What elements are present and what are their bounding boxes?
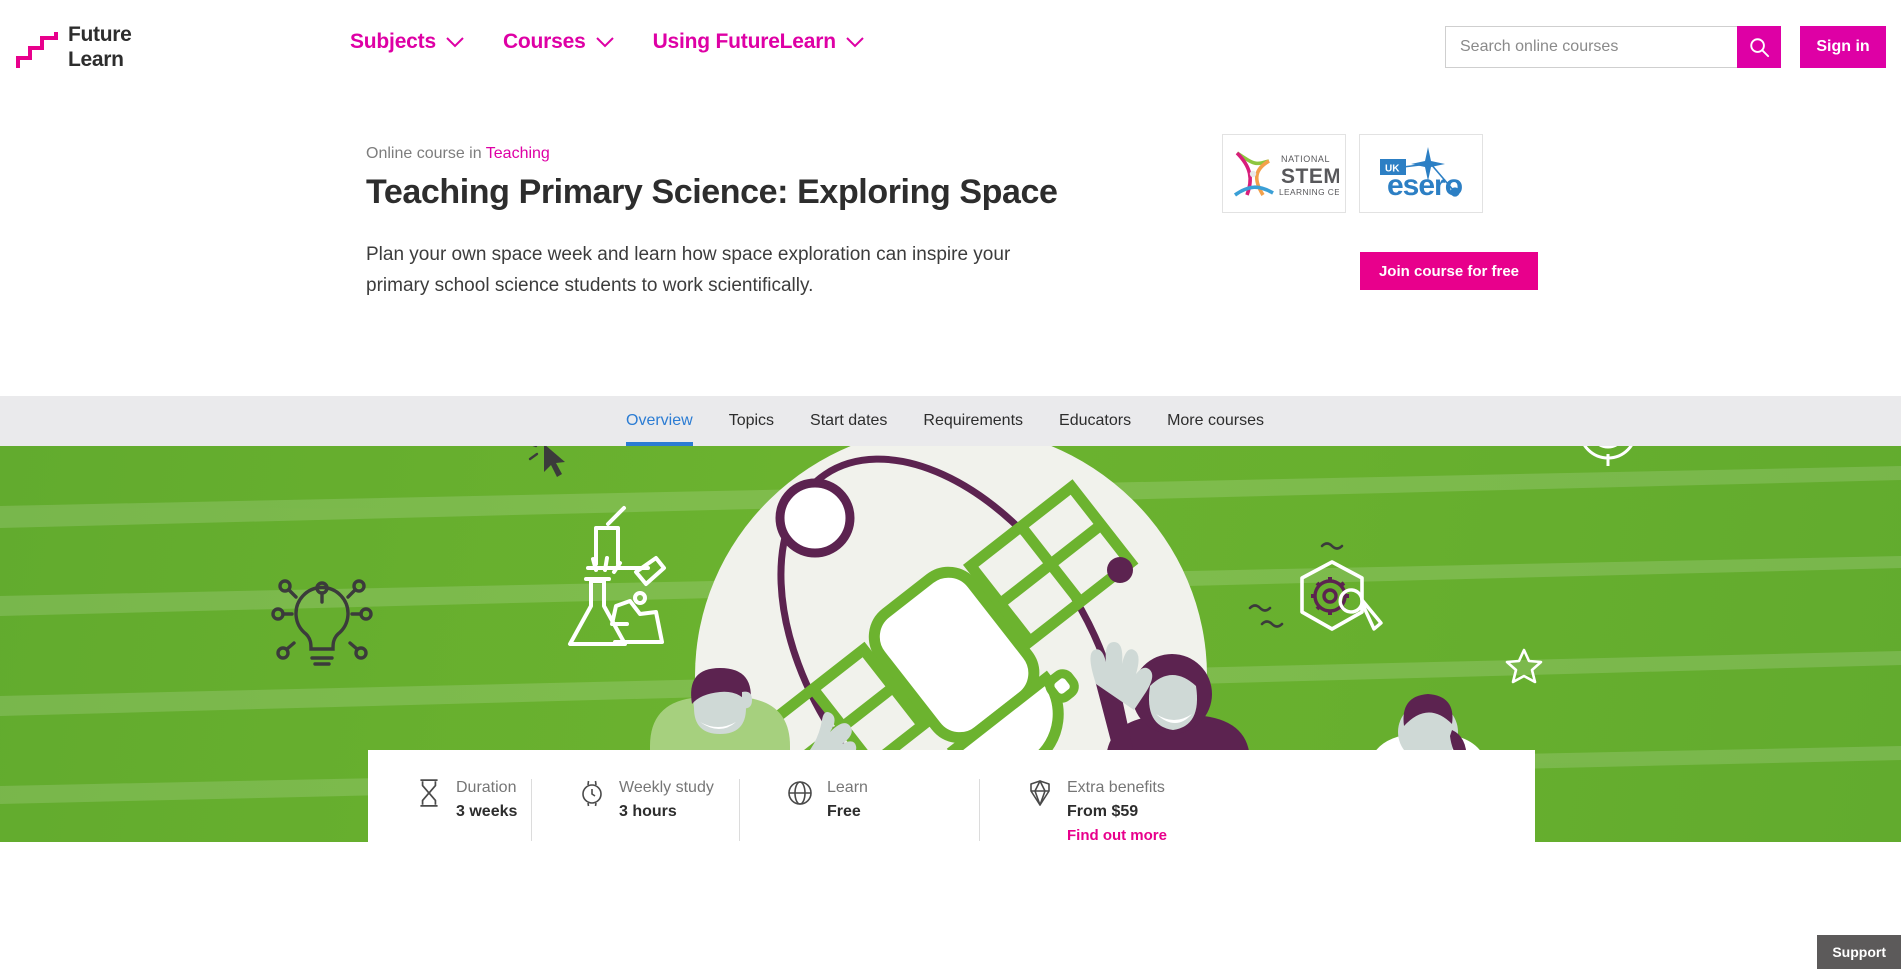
logo-line-2: Learn	[68, 48, 124, 71]
logo-text: Future Learn	[68, 22, 132, 72]
search-area	[1445, 26, 1781, 68]
tab-topics[interactable]: Topics	[729, 396, 774, 446]
stat-label: Learn	[827, 779, 868, 796]
svg-text:esero: esero	[1387, 169, 1463, 202]
search-input[interactable]	[1445, 26, 1737, 68]
category-link-teaching[interactable]: Teaching	[486, 145, 550, 162]
course-category-eyebrow: Online course in Teaching	[366, 145, 550, 163]
tab-more-courses[interactable]: More courses	[1167, 396, 1264, 446]
svg-text:LEARNING CENTRE: LEARNING CENTRE	[1279, 187, 1339, 197]
course-tabs: Overview Topics Start dates Requirements…	[626, 396, 1264, 446]
tab-educators[interactable]: Educators	[1059, 396, 1131, 446]
search-icon	[1749, 37, 1769, 57]
stat-label: Duration	[456, 779, 517, 796]
logo-line-1: Future	[68, 23, 132, 46]
partner-logo-uk-esero[interactable]: UK esero	[1359, 134, 1483, 213]
find-out-more-link[interactable]: Find out more	[1067, 824, 1167, 848]
target-dart-icon	[1583, 446, 1633, 466]
nav-item-using-futurelearn[interactable]: Using FutureLearn	[653, 30, 865, 54]
search-button[interactable]	[1737, 26, 1781, 68]
chevron-down-icon	[846, 37, 864, 48]
course-description: Plan your own space week and learn how s…	[366, 244, 1011, 296]
stat-weekly-study: Weekly study 3 hours	[531, 776, 739, 846]
microscope-icon	[586, 506, 650, 570]
page-title: Teaching Primary Science: Exploring Spac…	[366, 173, 1058, 211]
nav-item-subjects[interactable]: Subjects	[350, 30, 465, 54]
tab-overview[interactable]: Overview	[626, 396, 693, 446]
course-stats-card: Duration 3 weeks Weekly study 3 hours Le…	[368, 750, 1535, 872]
svg-text:NATIONAL: NATIONAL	[1281, 154, 1330, 164]
tab-requirements[interactable]: Requirements	[923, 396, 1023, 446]
futurelearn-logo[interactable]: Future Learn	[16, 22, 166, 77]
partner-logo-national-stem[interactable]: NATIONAL STEM LEARNING CENTRE	[1222, 134, 1346, 213]
svg-text:STEM: STEM	[1281, 165, 1339, 188]
globe-icon	[788, 781, 812, 805]
partner-logos: NATIONAL STEM LEARNING CENTRE UK esero	[1222, 134, 1483, 213]
cursor-click-icon	[528, 446, 565, 477]
gear-wrench-icon	[1248, 542, 1383, 631]
hourglass-icon	[420, 779, 438, 807]
nav-item-label: Subjects	[350, 30, 436, 53]
stat-label: Extra benefits	[1067, 779, 1165, 796]
uk-esero-icon: UK esero	[1380, 146, 1464, 202]
stat-label: Weekly study	[619, 779, 714, 796]
tab-start-dates[interactable]: Start dates	[810, 396, 887, 446]
diamond-icon	[1030, 780, 1050, 806]
nav-item-courses[interactable]: Courses	[503, 30, 615, 54]
stat-value: From $59	[1067, 803, 1139, 820]
course-tab-bar: Overview Topics Start dates Requirements…	[0, 396, 1901, 446]
main-navigation: Subjects Courses Using FutureLearn	[350, 30, 865, 54]
support-button[interactable]: Support	[1817, 935, 1901, 969]
sign-in-button[interactable]: Sign in	[1800, 26, 1886, 68]
stat-extra-benefits: Extra benefits From $59 Find out more	[979, 776, 1219, 846]
stat-duration: Duration 3 weeks	[368, 776, 531, 846]
futurelearn-course-page: Future Learn Subjects Courses Using Futu…	[0, 0, 1901, 969]
chevron-down-icon	[446, 37, 464, 48]
site-header: Future Learn Subjects Courses Using Futu…	[0, 0, 1901, 94]
stat-learn: Learn Free	[739, 776, 979, 846]
stat-value: 3 weeks	[456, 803, 518, 820]
nav-item-label: Courses	[502, 30, 586, 53]
stat-value: Free	[827, 803, 861, 820]
eyebrow-prefix: Online course in	[366, 145, 486, 162]
chevron-down-icon	[595, 37, 614, 48]
course-intro-section: Online course in Teaching Teaching Prima…	[0, 94, 1901, 396]
join-course-button[interactable]: Join course for free	[1360, 252, 1538, 290]
logo-steps-icon	[16, 32, 58, 68]
national-stem-learning-centre-icon: NATIONAL STEM LEARNING CENTRE	[1233, 151, 1339, 197]
nav-item-label: Using FutureLearn	[652, 30, 836, 53]
watch-icon	[582, 780, 602, 807]
stat-value: 3 hours	[619, 803, 677, 820]
